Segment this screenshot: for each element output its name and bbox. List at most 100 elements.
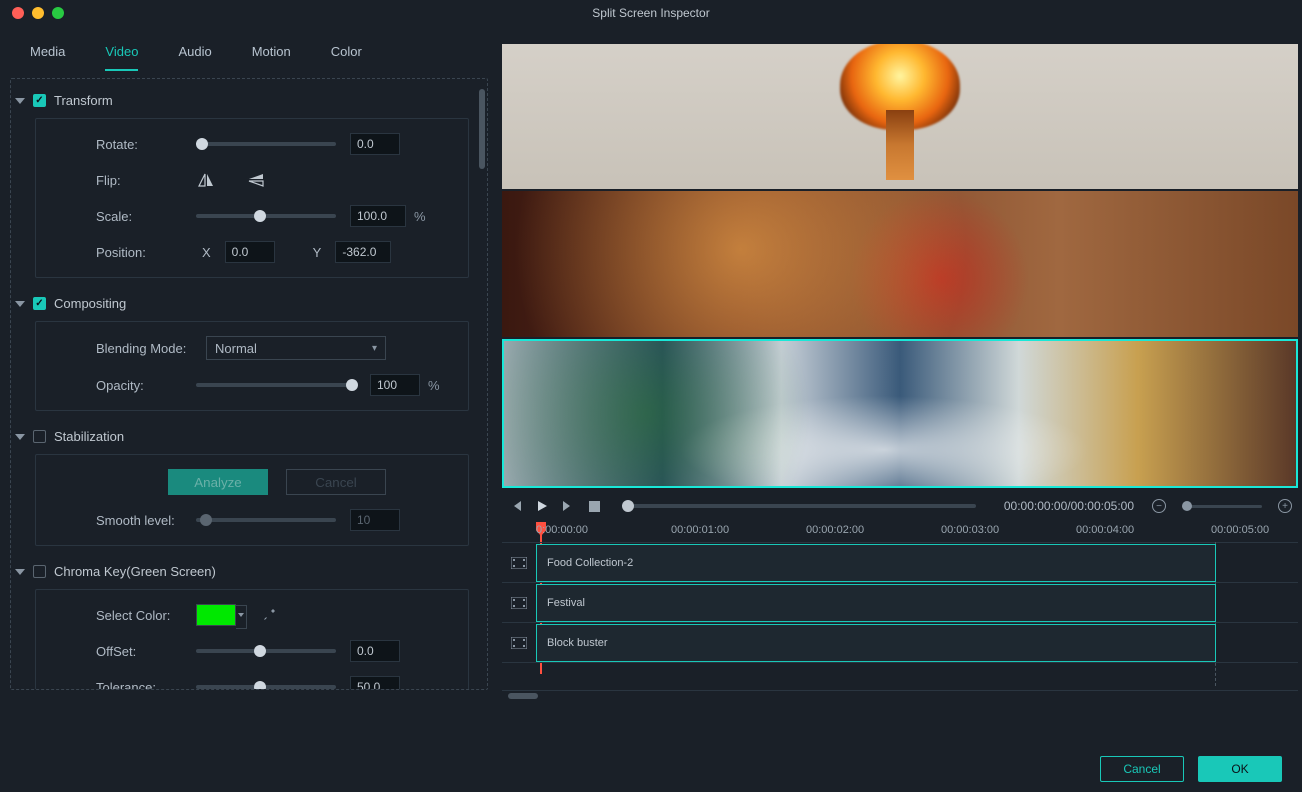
- timeline-ruler[interactable]: 0:00:00:00 00:00:01:00 00:00:02:00 00:00…: [536, 524, 1298, 542]
- chevron-down-icon: [15, 96, 25, 106]
- position-x-input[interactable]: [225, 241, 275, 263]
- tolerance-input[interactable]: [350, 676, 400, 690]
- ruler-label: 00:00:05:00: [1211, 524, 1269, 536]
- opacity-input[interactable]: [370, 374, 420, 396]
- chevron-down-icon: [15, 567, 25, 577]
- video-track-icon[interactable]: [502, 637, 536, 649]
- slider-thumb[interactable]: [254, 645, 266, 657]
- checkbox-chromakey[interactable]: [33, 565, 46, 578]
- chevron-down-icon: [238, 613, 244, 617]
- scale-slider[interactable]: [196, 214, 336, 218]
- title-bar: Split Screen Inspector: [0, 0, 1302, 26]
- tolerance-slider[interactable]: [196, 685, 336, 689]
- select-color-label: Select Color:: [96, 608, 196, 623]
- scale-input[interactable]: [350, 205, 406, 227]
- zoom-out-icon[interactable]: −: [1152, 499, 1166, 513]
- stop-icon[interactable]: [586, 498, 602, 514]
- explosion-graphic: [810, 44, 990, 180]
- section-header-transform[interactable]: Transform: [15, 89, 469, 112]
- tab-audio[interactable]: Audio: [178, 38, 211, 71]
- cancel-button[interactable]: Cancel: [1100, 756, 1184, 782]
- track-row: Food Collection-2: [502, 542, 1298, 582]
- preview-panel: 00:00:00:00/00:00:05:00 − + 0:00:00:00 0…: [498, 26, 1302, 746]
- split-screen-preview[interactable]: [502, 44, 1298, 488]
- zoom-thumb[interactable]: [1182, 501, 1192, 511]
- section-title: Stabilization: [54, 429, 124, 444]
- offset-input[interactable]: [350, 640, 400, 662]
- video-track-icon[interactable]: [502, 597, 536, 609]
- checkbox-compositing[interactable]: [33, 297, 46, 310]
- scale-unit: %: [414, 209, 426, 224]
- track-row-empty: [502, 662, 1298, 686]
- scrollbar-thumb[interactable]: [508, 693, 538, 699]
- next-frame-icon[interactable]: [560, 498, 576, 514]
- y-label: Y: [313, 245, 322, 260]
- section-header-stabilization[interactable]: Stabilization: [15, 425, 469, 448]
- ok-button[interactable]: OK: [1198, 756, 1282, 782]
- opacity-slider[interactable]: [196, 383, 356, 387]
- scrollbar-horizontal[interactable]: [502, 690, 1298, 700]
- window-title: Split Screen Inspector: [592, 6, 709, 20]
- prev-frame-icon[interactable]: [508, 498, 524, 514]
- tab-video[interactable]: Video: [105, 38, 138, 71]
- section-title: Compositing: [54, 296, 126, 311]
- video-track-icon[interactable]: [502, 557, 536, 569]
- slider-thumb[interactable]: [254, 681, 266, 690]
- clip-label: Food Collection-2: [547, 557, 633, 569]
- opacity-unit: %: [428, 378, 440, 393]
- checkbox-stabilization[interactable]: [33, 430, 46, 443]
- play-icon[interactable]: [534, 498, 550, 514]
- preview-pane-1[interactable]: [502, 44, 1298, 189]
- slider-thumb[interactable]: [196, 138, 208, 150]
- color-swatch[interactable]: [196, 604, 236, 626]
- checkbox-transform[interactable]: [33, 94, 46, 107]
- clip[interactable]: Block buster: [536, 624, 1216, 662]
- close-window-icon[interactable]: [12, 7, 24, 19]
- flip-vertical-icon[interactable]: [246, 171, 266, 189]
- opacity-label: Opacity:: [96, 378, 196, 393]
- smooth-input[interactable]: [350, 509, 400, 531]
- blend-mode-dropdown[interactable]: Normal ▾: [206, 336, 386, 360]
- slider-thumb[interactable]: [200, 514, 212, 526]
- analyze-button[interactable]: Analyze: [168, 469, 268, 495]
- seek-bar[interactable]: [622, 504, 976, 508]
- preview-pane-2[interactable]: [502, 191, 1298, 336]
- section-header-compositing[interactable]: Compositing: [15, 292, 469, 315]
- tab-motion[interactable]: Motion: [252, 38, 291, 71]
- clip[interactable]: Festival: [536, 584, 1216, 622]
- scale-label: Scale:: [96, 209, 196, 224]
- tab-media[interactable]: Media: [30, 38, 65, 71]
- position-y-input[interactable]: [335, 241, 391, 263]
- slider-thumb[interactable]: [254, 210, 266, 222]
- offset-slider[interactable]: [196, 649, 336, 653]
- smooth-slider[interactable]: [196, 518, 336, 522]
- inspector-tabs: Media Video Audio Motion Color: [10, 30, 488, 72]
- clip[interactable]: Food Collection-2: [536, 544, 1216, 582]
- seek-thumb[interactable]: [622, 500, 634, 512]
- rotate-slider[interactable]: [196, 142, 336, 146]
- flip-label: Flip:: [96, 173, 196, 188]
- track-row: Block buster: [502, 622, 1298, 662]
- section-compositing: Compositing Blending Mode: Normal ▾ Opac…: [15, 292, 469, 411]
- track-row: Festival: [502, 582, 1298, 622]
- blend-value: Normal: [215, 341, 257, 356]
- chevron-down-icon: [15, 299, 25, 309]
- tab-color[interactable]: Color: [331, 38, 362, 71]
- flip-horizontal-icon[interactable]: [196, 171, 216, 189]
- zoom-slider[interactable]: [1182, 505, 1262, 508]
- minimize-window-icon[interactable]: [32, 7, 44, 19]
- ruler-label: 00:00:01:00: [671, 524, 729, 536]
- rotate-input[interactable]: [350, 133, 400, 155]
- scrollbar-vertical[interactable]: [479, 89, 485, 169]
- zoom-in-icon[interactable]: +: [1278, 499, 1292, 513]
- maximize-window-icon[interactable]: [52, 7, 64, 19]
- eyedropper-icon[interactable]: [262, 608, 276, 622]
- slider-thumb[interactable]: [346, 379, 358, 391]
- preview-pane-3[interactable]: [502, 339, 1298, 488]
- chevron-down-icon: [15, 432, 25, 442]
- footer: Cancel OK: [0, 746, 1302, 792]
- section-chromakey: Chroma Key(Green Screen) Select Color: O…: [15, 560, 469, 690]
- section-header-chromakey[interactable]: Chroma Key(Green Screen): [15, 560, 469, 583]
- offset-label: OffSet:: [96, 644, 196, 659]
- clip-label: Block buster: [547, 637, 608, 649]
